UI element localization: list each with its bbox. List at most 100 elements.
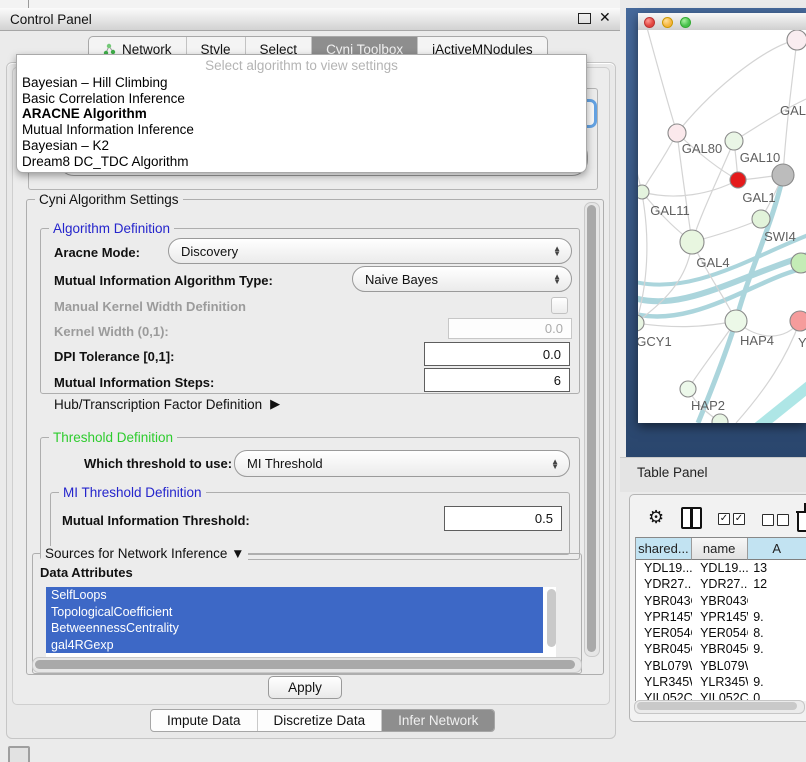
network-window: GAL80GAL10GAL1GAL11SWI4GAL4GCY1HAP4YHAP2… xyxy=(638,13,806,423)
settings-hscroll-thumb[interactable] xyxy=(35,660,575,669)
network-node-swi4[interactable] xyxy=(752,210,770,228)
dpi-tolerance-field[interactable]: 0.0 xyxy=(424,342,570,366)
column-header-A[interactable]: A xyxy=(748,538,806,560)
table-cell xyxy=(748,658,806,674)
network-node[interactable] xyxy=(787,30,806,50)
network-node-gal11[interactable] xyxy=(638,185,649,199)
tab-discretize-data[interactable]: Discretize Data xyxy=(258,710,383,731)
attribute-item[interactable]: BetweennessCentrality xyxy=(46,620,543,637)
network-edges xyxy=(638,30,806,423)
float-window-icon[interactable] xyxy=(578,13,591,24)
network-node-gal4[interactable] xyxy=(680,230,704,254)
node-label-hap2: HAP2 xyxy=(691,398,725,413)
threshold-definition-title: Threshold Definition xyxy=(49,430,177,445)
column-header-name[interactable]: name xyxy=(692,538,748,560)
unchecked-boxes-icon[interactable] xyxy=(777,514,789,526)
tab-impute-data[interactable]: Impute Data xyxy=(151,710,258,731)
column-header-shared[interactable]: shared... xyxy=(636,538,692,560)
attribute-item[interactable]: SelfLoops xyxy=(46,587,543,604)
expand-arrow-icon[interactable]: ▶ xyxy=(270,396,280,412)
algorithm-option[interactable]: ARACNE Algorithm xyxy=(17,106,586,122)
manual-kernel-checkbox[interactable] xyxy=(551,297,568,314)
split-column-icon[interactable] xyxy=(681,507,702,529)
network-node-hap2[interactable] xyxy=(680,381,696,397)
mi-type-label: Mutual Information Algorithm Type: xyxy=(54,273,273,288)
table-row[interactable]: YDR27...YDR27...12 xyxy=(636,576,806,592)
hub-definition-section[interactable]: Hub/Transcription Factor Definition ▶ xyxy=(54,396,280,412)
table-doc-icon[interactable] xyxy=(797,504,806,532)
checked-boxes-icon[interactable]: ✓ xyxy=(733,513,745,525)
collapse-arrow-icon[interactable]: ▼ xyxy=(231,546,244,561)
mi-type-value: Naive Bayes xyxy=(365,272,438,287)
mi-steps-label: Mutual Information Steps: xyxy=(54,375,214,390)
minimized-panel-icon[interactable] xyxy=(8,746,30,762)
settings-vscroll-thumb[interactable] xyxy=(587,205,596,652)
table-row[interactable]: YER054CYER054C8. xyxy=(636,625,806,641)
attributes-scrollbar[interactable] xyxy=(547,589,556,647)
network-node-gal80[interactable] xyxy=(668,124,686,142)
table-row[interactable]: YBR045CYBR045C9. xyxy=(636,641,806,657)
tab-infer-network[interactable]: Infer Network xyxy=(382,710,494,731)
table-row[interactable]: YBL079WYBL079W xyxy=(636,658,806,674)
network-window-titlebar[interactable] xyxy=(638,13,806,31)
table-panel-title: Table Panel xyxy=(637,465,708,480)
algorithm-option[interactable]: Bayesian – Hill Climbing xyxy=(17,75,586,91)
mi-steps-value: 6 xyxy=(554,373,561,388)
which-threshold-combo[interactable]: MI Threshold ▲▼ xyxy=(234,450,570,477)
close-traffic-light-icon[interactable] xyxy=(644,17,655,28)
algorithm-option[interactable]: Basic Correlation Inference xyxy=(17,91,586,107)
table-cell: YBL079W xyxy=(692,658,748,674)
table-cell: 13 xyxy=(748,560,806,576)
node-label-hap4: HAP4 xyxy=(740,333,774,348)
network-canvas[interactable]: GAL80GAL10GAL1GAL11SWI4GAL4GCY1HAP4YHAP2… xyxy=(638,30,806,423)
node-label-gal80: GAL80 xyxy=(682,141,722,156)
table-cell: 9. xyxy=(748,674,806,690)
settings-hscroll-track[interactable] xyxy=(32,657,582,673)
aracne-mode-combo[interactable]: Discovery ▲▼ xyxy=(168,238,572,264)
network-node-hap4[interactable] xyxy=(725,310,747,332)
table-row[interactable]: YBR043CYBR043C xyxy=(636,593,806,609)
table-row[interactable]: YDL19...YDL19...13 xyxy=(636,560,806,576)
app-root: Control Panel ✕ NetworkStyleSelectCyni T… xyxy=(0,0,806,762)
table-cell: YDR27... xyxy=(692,576,748,592)
aracne-mode-value: Discovery xyxy=(181,244,238,259)
table-row[interactable]: YLR345WYLR345W9. xyxy=(636,674,806,690)
table-cell: YER054C xyxy=(692,625,748,641)
network-node-y[interactable] xyxy=(790,311,806,331)
combo-arrows-icon: ▲▼ xyxy=(553,246,561,256)
settings-vscroll-track[interactable] xyxy=(584,202,600,657)
node-label-gal11: GAL11 xyxy=(650,203,690,218)
attribute-item[interactable]: gal4RGexp xyxy=(46,637,543,654)
network-node[interactable] xyxy=(712,414,728,423)
gear-icon[interactable]: ⚙ xyxy=(648,507,664,528)
close-icon[interactable]: ✕ xyxy=(599,9,611,26)
checked-boxes-icon[interactable]: ✓ xyxy=(718,513,730,525)
network-node[interactable] xyxy=(791,253,806,273)
kernel-width-value: 0.0 xyxy=(545,321,563,336)
table-cell: YLR345W xyxy=(636,674,692,690)
data-attributes-list[interactable]: SelfLoopsTopologicalCoefficientBetweenne… xyxy=(46,587,556,657)
node-label-gcy1: GCY1 xyxy=(638,334,672,349)
table-row[interactable]: YPR145WYPR145W9. xyxy=(636,609,806,625)
top-strip xyxy=(0,0,620,8)
mi-steps-field[interactable]: 6 xyxy=(424,368,570,392)
minimize-traffic-light-icon[interactable] xyxy=(662,17,673,28)
network-node-gal10[interactable] xyxy=(725,132,743,150)
zoom-traffic-light-icon[interactable] xyxy=(680,17,691,28)
network-node-gal1[interactable] xyxy=(730,172,746,188)
mi-type-combo[interactable]: Naive Bayes ▲▼ xyxy=(352,266,572,292)
algorithm-option[interactable]: Bayesian – K2 xyxy=(17,138,586,154)
node-label-swi4: SWI4 xyxy=(764,229,796,244)
network-graph: GAL80GAL10GAL1GAL11SWI4GAL4GCY1HAP4YHAP2… xyxy=(638,30,806,423)
apply-button[interactable]: Apply xyxy=(268,676,342,699)
kernel-width-field[interactable]: 0.0 xyxy=(448,318,572,339)
algorithm-option[interactable]: Dream8 DC_TDC Algorithm xyxy=(17,154,586,170)
attribute-item[interactable]: TopologicalCoefficient xyxy=(46,604,543,621)
manual-kernel-label: Manual Kernel Width Definition xyxy=(54,299,246,314)
table-hscroll-thumb[interactable] xyxy=(637,702,797,710)
algorithm-option[interactable]: Mutual Information Inference xyxy=(17,122,586,138)
network-node[interactable] xyxy=(772,164,794,186)
bottom-tabs: Impute DataDiscretize DataInfer Network xyxy=(150,709,495,732)
unchecked-boxes-icon[interactable] xyxy=(762,514,774,526)
mi-threshold-field[interactable]: 0.5 xyxy=(444,506,562,531)
